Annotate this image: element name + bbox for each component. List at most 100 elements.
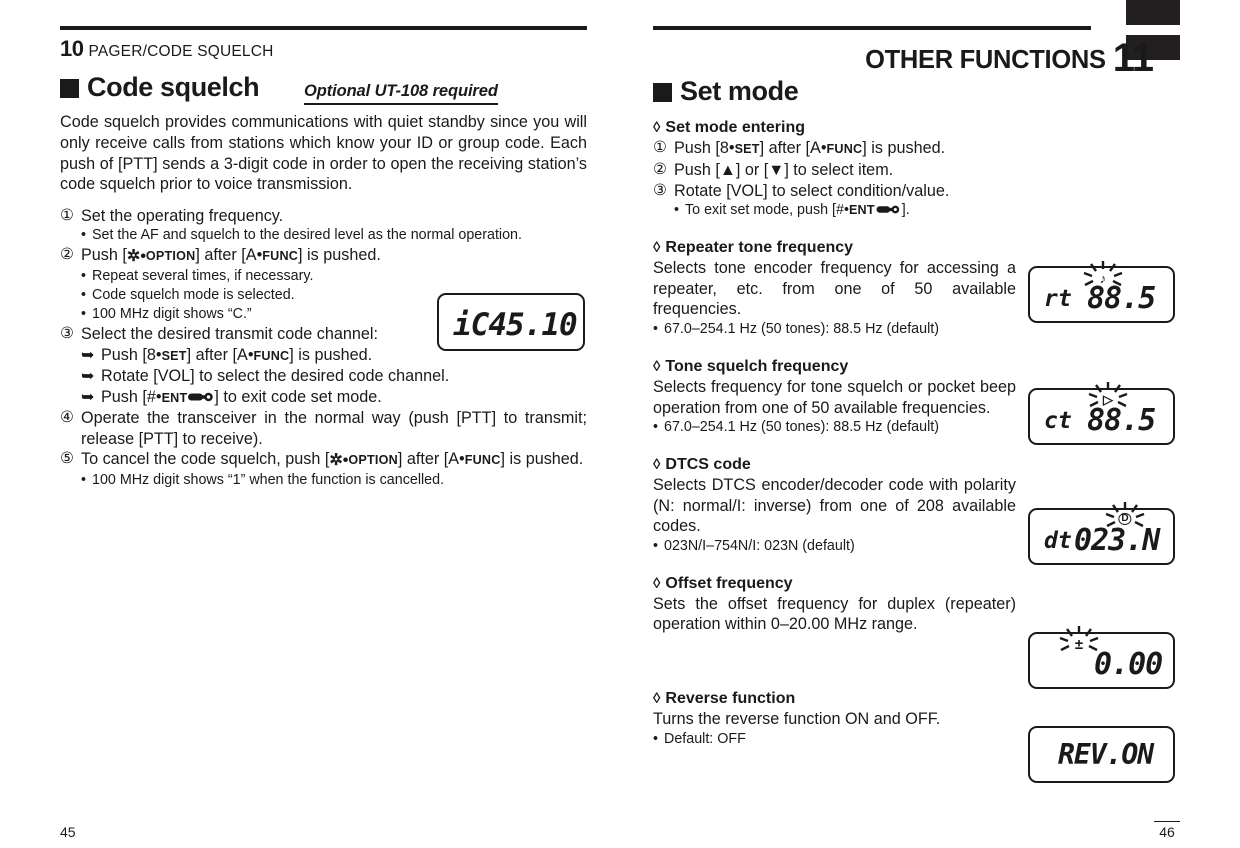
blink-core-glyph: ♪ [1099, 271, 1107, 286]
substep-mid: ] after [A• [186, 345, 254, 364]
lcd-display-tone-squelch: ct 88.5 ▷ [1028, 382, 1175, 445]
step-text: Push [▲] or [▼] to select item. [674, 160, 894, 179]
block-body: Selects tone encoder frequency for acces… [653, 259, 1016, 319]
right-chapter-number: 11 [1112, 36, 1154, 80]
subheading-set-mode-entering: ◊ Set mode entering [653, 118, 1180, 138]
bullet-text: Repeat several times, if necessary. [92, 267, 314, 284]
left-page-number: 45 [60, 824, 76, 840]
key-icon [876, 202, 901, 214]
substep-post: ] to exit code set mode. [214, 387, 382, 406]
step-2-post: ] is pushed. [298, 246, 381, 265]
bullet-text: Set the AF and squelch to the desired le… [92, 227, 522, 244]
bullet-text: Default: OFF [664, 730, 746, 747]
diamond-bullet-icon: ◊ [653, 357, 661, 375]
step-3-marker: ③ [60, 324, 74, 342]
lcd-label: rt [1044, 286, 1072, 312]
block-bullet: • 67.0–254.1 Hz (50 tones): 88.5 Hz (def… [653, 320, 1016, 339]
diamond-bullet-icon: ◊ [653, 690, 661, 708]
bullet-marker: • [653, 730, 659, 747]
ent-key-label: ENT [848, 203, 875, 218]
substep-post: ] is pushed. [289, 345, 373, 364]
substep-pre: Push [8• [101, 345, 162, 364]
step-5-mid: ] after [A• [397, 450, 465, 469]
lcd-display-reverse-function: REV.ON [1028, 726, 1175, 783]
diamond-bullet-icon: ◊ [653, 456, 661, 474]
step-4-marker: ④ [60, 409, 74, 427]
key-icon [188, 388, 214, 401]
step-5-pre: To cancel the code squelch, push [ [81, 450, 330, 469]
block-body: Turns the reverse function ON and OFF. [653, 710, 941, 729]
bullet-marker: • [81, 305, 87, 322]
setmode-step-3: ③ Rotate [VOL] to select condition/value… [653, 181, 1180, 202]
left-chapter-number: 10 [60, 36, 84, 61]
lcd-label: ct [1044, 408, 1072, 434]
left-page-column: 10 PAGER/CODE SQUELCH Code squelch Code … [60, 0, 587, 490]
set-key-label: SET [161, 348, 187, 363]
step-2: ② Push [✲•OPTION] after [A•FUNC] is push… [60, 245, 587, 267]
bullet-text: 67.0–254.1 Hz (50 tones): 88.5 Hz (defau… [664, 419, 939, 436]
block-body: Sets the offset frequency for duplex (re… [653, 594, 1016, 634]
block-bullet: • Default: OFF [653, 730, 1016, 749]
step-5-text: To cancel the code squelch, push [✲•OPTI… [81, 449, 587, 471]
step-5-post: ] is pushed. [500, 450, 584, 469]
lcd-display-dtcs-code: dt 023.N D [1028, 502, 1175, 565]
subheading-text: Offset frequency [665, 574, 793, 592]
blink-burst-icon: ▷ [1085, 381, 1131, 415]
step-post: ] is pushed. [862, 139, 946, 158]
step-marker: ② [653, 160, 667, 178]
bullet-text: 67.0–254.1 Hz (50 tones): 88.5 Hz (defau… [664, 320, 939, 337]
lcd-display-offset-frequency: 0.00 ± [1028, 626, 1175, 689]
step-1-marker: ① [60, 206, 74, 224]
subheading-offset-frequency: ◊ Offset frequency [653, 574, 1016, 594]
step-4: ④ Operate the transceiver in the normal … [60, 408, 587, 449]
bullet-marker: • [653, 419, 659, 436]
subheading-text: Tone squelch frequency [665, 357, 849, 375]
block-bullet: • 67.0–254.1 Hz (50 tones): 88.5 Hz (def… [653, 418, 1016, 437]
step-4-text: Operate the transceiver in the normal wa… [81, 409, 587, 448]
block-dtcs-code: ◊ DTCS code Selects DTCS encoder/decoder… [653, 455, 1016, 556]
option-key-label: OPTION [348, 453, 398, 468]
subheading-tone-squelch-frequency: ◊ Tone squelch frequency [653, 357, 1016, 377]
step-2-marker: ② [60, 246, 74, 264]
black-square-bullet-icon [653, 82, 672, 102]
left-section-title: Code squelch [87, 72, 260, 102]
left-running-head: 10 PAGER/CODE SQUELCH [60, 36, 587, 62]
bullet-post: ]. [901, 202, 910, 219]
step-text: Push [8•SET] after [A•FUNC] is pushed. [674, 138, 1180, 160]
subheading-dtcs-code: ◊ DTCS code [653, 455, 1016, 475]
step-2-pre: Push [ [81, 246, 127, 265]
optional-requirement-badge: Optional UT-108 required [304, 82, 498, 105]
lcd-display-repeater-tone: rt 88.5 ♪ [1028, 261, 1175, 323]
blink-core-glyph: ± [1074, 636, 1084, 653]
func-key-label: FUNC [826, 142, 863, 157]
step-3-substep-3: ➥ Push [#•ENT] to exit code set mode. [60, 387, 587, 409]
step-2-mid: ] after [A• [195, 246, 263, 265]
manual-page-spread: 10 PAGER/CODE SQUELCH Code squelch Code … [0, 0, 1240, 848]
func-key-label: FUNC [262, 249, 299, 264]
blink-core-glyph: ▷ [1103, 392, 1113, 407]
setmode-bullet-1: • To exit set mode, push [#•ENT]. [653, 201, 1180, 220]
option-key-label: OPTION [145, 249, 196, 264]
left-header-rule [60, 26, 587, 30]
bullet-marker: • [81, 227, 87, 244]
step-2-bullet-1: • Repeat several times, if necessary. [60, 267, 587, 286]
block-offset-frequency: ◊ Offset frequency Sets the offset frequ… [653, 574, 1016, 635]
bullet-pre: To exit set mode, push [#• [685, 202, 849, 219]
asterisk-key-glyph: ✲• [329, 452, 349, 470]
block-bullet: • 023N/I–754N/I: 023N (default) [653, 537, 1016, 556]
diamond-bullet-icon: ◊ [653, 574, 661, 592]
step-5-bullet-1: • 100 MHz digit shows “1” when the funct… [60, 471, 587, 490]
subheading-text: Set mode entering [665, 119, 805, 137]
bullet-marker: • [81, 286, 87, 303]
right-chapter-title: OTHER FUNCTIONS [865, 46, 1106, 74]
setmode-step-2: ② Push [▲] or [▼] to select item. [653, 160, 1180, 181]
subheading-text: Repeater tone frequency [665, 239, 854, 257]
right-running-head: OTHER FUNCTIONS 11 [653, 35, 1154, 78]
blink-burst-icon: ± [1056, 625, 1102, 659]
arrow-marker-icon: ➥ [81, 367, 95, 386]
substep-text: Rotate [VOL] to select the desired code … [101, 367, 450, 386]
step-marker: ① [653, 139, 667, 157]
left-chapter-title: PAGER/CODE SQUELCH [88, 43, 274, 60]
